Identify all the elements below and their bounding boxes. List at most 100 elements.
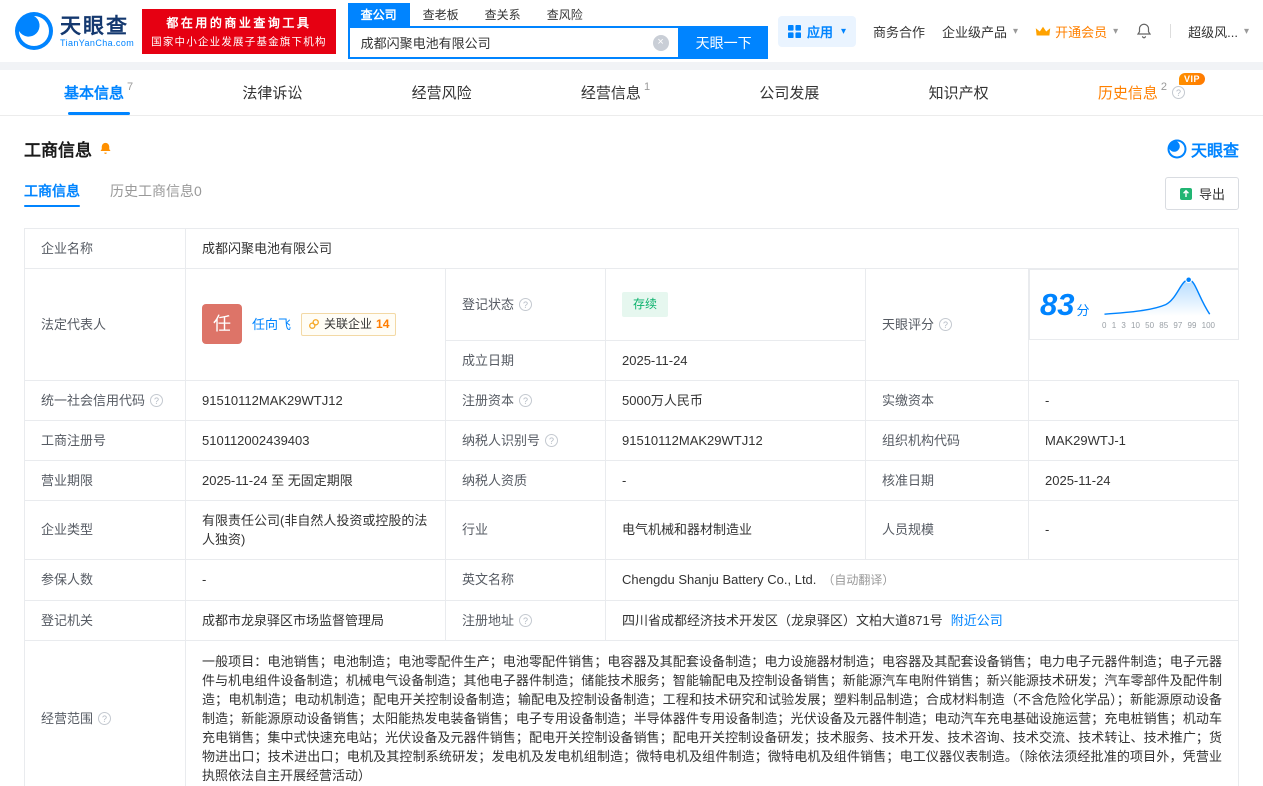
business-info-table: 企业名称 成都闪聚电池有限公司 法定代表人 任 任向飞 关联企业 14 登记状态… [24,228,1239,786]
approve-date-value: 2025-11-24 [1028,459,1239,501]
search-tab-relation[interactable]: 查关系 [472,3,534,26]
taxpayer-id-help-icon[interactable] [545,433,559,447]
search-button[interactable]: 天眼一下 [679,26,768,59]
tab-operating-info[interactable]: 经营信息 1 [575,70,656,115]
table-row: 营业期限 2025-11-24 至 无固定期限 纳税人资质 - 核准日期 202… [24,459,1239,501]
subtab-business-info[interactable]: 工商信息 [24,181,80,207]
tab-basic-info[interactable]: 基本信息 7 [58,70,139,115]
table-row: 经营范围 一般项目：电池销售；电池制造；电池零配件生产；电池零配件销售；电容器及… [24,639,1239,786]
credit-code-label: 统一社会信用代码 [24,379,186,421]
legal-rep-name-link[interactable]: 任向飞 [252,315,291,334]
establish-date-value: 2025-11-24 [605,339,866,381]
credit-code-help-icon[interactable] [150,393,164,407]
export-button[interactable]: 导出 [1164,177,1239,210]
company-type-label: 企业类型 [24,499,186,560]
industry-value: 电气机械和器材制造业 [605,499,866,560]
table-row: 统一社会信用代码 91510112MAK29WTJ12 注册资本 5000万人民… [24,379,1239,421]
search-input[interactable] [360,35,653,50]
promo-line2: 国家中小企业发展子基金旗下机构 [151,35,327,48]
tab-operating-risk[interactable]: 经营风险 [406,70,478,115]
tab-risk-label: 经营风险 [411,85,472,102]
tab-company-development[interactable]: 公司发展 [753,70,825,115]
company-name-label: 企业名称 [24,228,186,269]
reg-address-label: 注册地址 [445,599,606,641]
legal-rep-label: 法定代表人 [24,268,186,381]
org-code-label: 组织机构代码 [865,419,1029,461]
table-row: 法定代表人 任 任向飞 关联企业 14 登记状态? 存续 天眼评分? 83 分 … [24,268,1239,381]
nav-open-membership[interactable]: 开通会员 [1035,22,1118,41]
tab-basic-info-label: 基本信息 [64,85,125,102]
top-bar: 天眼查 TianYanCha.com 都在用的商业查询工具 国家中小企业发展子基… [0,0,1263,62]
tianyancha-logo-icon [15,12,53,50]
taxpayer-quality-value: - [605,459,866,501]
top-nav: 应用 商务合作 企业级产品 开通会员 超级风... [777,15,1249,47]
reg-number-label: 工商注册号 [24,419,186,461]
reg-capital-help-icon[interactable] [519,393,533,407]
tab-legal-proceedings[interactable]: 法律诉讼 [236,70,308,115]
legal-rep-avatar[interactable]: 任 [202,304,242,345]
nav-business-label: 商务合作 [873,24,926,40]
monitor-bell-icon[interactable] [98,141,113,156]
search-tab-company[interactable]: 查公司 [347,3,410,26]
score-value: 83 [1040,286,1075,322]
score-help-icon[interactable] [939,317,953,331]
search-tab-risk[interactable]: 查风险 [534,3,596,26]
approve-date-label: 核准日期 [865,459,1029,501]
history-help-icon[interactable] [1171,86,1185,99]
company-name-value: 成都闪聚电池有限公司 [185,228,1239,269]
nav-enterprise-products[interactable]: 企业级产品 [942,22,1018,41]
notifications-bell[interactable] [1135,22,1153,40]
search-tab-boss[interactable]: 查老板 [410,3,472,26]
english-name-note: （自动翻译） [822,572,895,587]
nav-vip-label: 开通会员 [1055,24,1108,40]
apps-menu[interactable]: 应用 [777,15,857,47]
english-name-label: 英文名称 [445,558,606,601]
org-code-value: MAK29WTJ-1 [1028,419,1239,461]
section-title-text: 工商信息 [24,141,92,160]
score-cell[interactable]: 83 分 0 1 3 10 50 85 97 99 100 [1029,269,1239,340]
related-companies-badge[interactable]: 关联企业 14 [301,312,397,336]
search-input-wrap [347,26,680,59]
tianyancha-logo[interactable]: 天眼查 TianYanCha.com [14,11,134,51]
company-section-tabs: 基本信息 7 法律诉讼 经营风险 经营信息 1 公司发展 知识产权 历史信息 2… [0,70,1263,116]
establish-date-label: 成立日期 [445,339,606,381]
tab-intellectual-property[interactable]: 知识产权 [923,70,995,115]
staff-size-label: 人员规模 [865,499,1029,560]
tab-history-info[interactable]: 历史信息 2 VIP [1092,70,1205,115]
legal-rep-cell: 任 任向飞 关联企业 14 [185,268,446,381]
user-account-menu[interactable]: 超级风... [1188,22,1249,41]
table-row: 企业类型 有限责任公司(非自然人投资或控股的法人独资) 行业 电气机械和器材制造… [24,499,1239,560]
taxpayer-id-label: 纳税人识别号 [445,419,606,461]
clear-search-icon[interactable] [652,34,669,51]
tab-basic-info-count: 7 [127,80,134,93]
export-button-label: 导出 [1198,187,1225,202]
nav-enterprise-label: 企业级产品 [942,24,1008,40]
reg-address-cell: 四川省成都经济技术开发区（龙泉驿区）文柏大道871号 附近公司 [605,599,1239,641]
paid-capital-label: 实缴资本 [865,379,1029,421]
brand-watermark: 天眼查 [1167,137,1239,161]
table-row: 工商注册号 510112002439403 纳税人识别号 91510112MAK… [24,419,1239,461]
score-chart: 0 1 3 10 50 85 97 99 100 [1100,274,1218,335]
business-scope-label: 经营范围 [24,639,186,786]
business-scope-help-icon[interactable] [98,711,112,725]
industry-label: 行业 [445,499,606,560]
tab-operating-count: 1 [643,80,651,93]
paid-capital-value: - [1028,379,1239,421]
search-tabs: 查公司 查老板 查关系 查风险 [347,3,768,26]
reg-status-help-icon[interactable] [519,297,533,311]
bell-icon [1137,23,1152,39]
tab-development-label: 公司发展 [759,85,820,102]
nav-business-cooperation[interactable]: 商务合作 [873,22,925,41]
nearby-companies-link[interactable]: 附近公司 [951,613,1003,628]
reg-address-help-icon[interactable] [519,613,533,627]
reg-authority-label: 登记机关 [24,599,186,641]
reg-status-cell: 存续 [605,268,866,341]
tab-operating-label: 经营信息 [580,85,641,102]
english-name-value: Chengdu Shanju Battery Co., Ltd. [622,571,817,587]
taxpayer-quality-label: 纳税人资质 [445,459,606,501]
nav-divider [1170,24,1172,38]
section-title: 工商信息 [24,136,113,161]
promo-banner: 都在用的商业查询工具 国家中小企业发展子基金旗下机构 [142,8,336,54]
crown-icon [1035,26,1051,35]
subtab-history-business-info[interactable]: 历史工商信息0 [110,181,202,207]
